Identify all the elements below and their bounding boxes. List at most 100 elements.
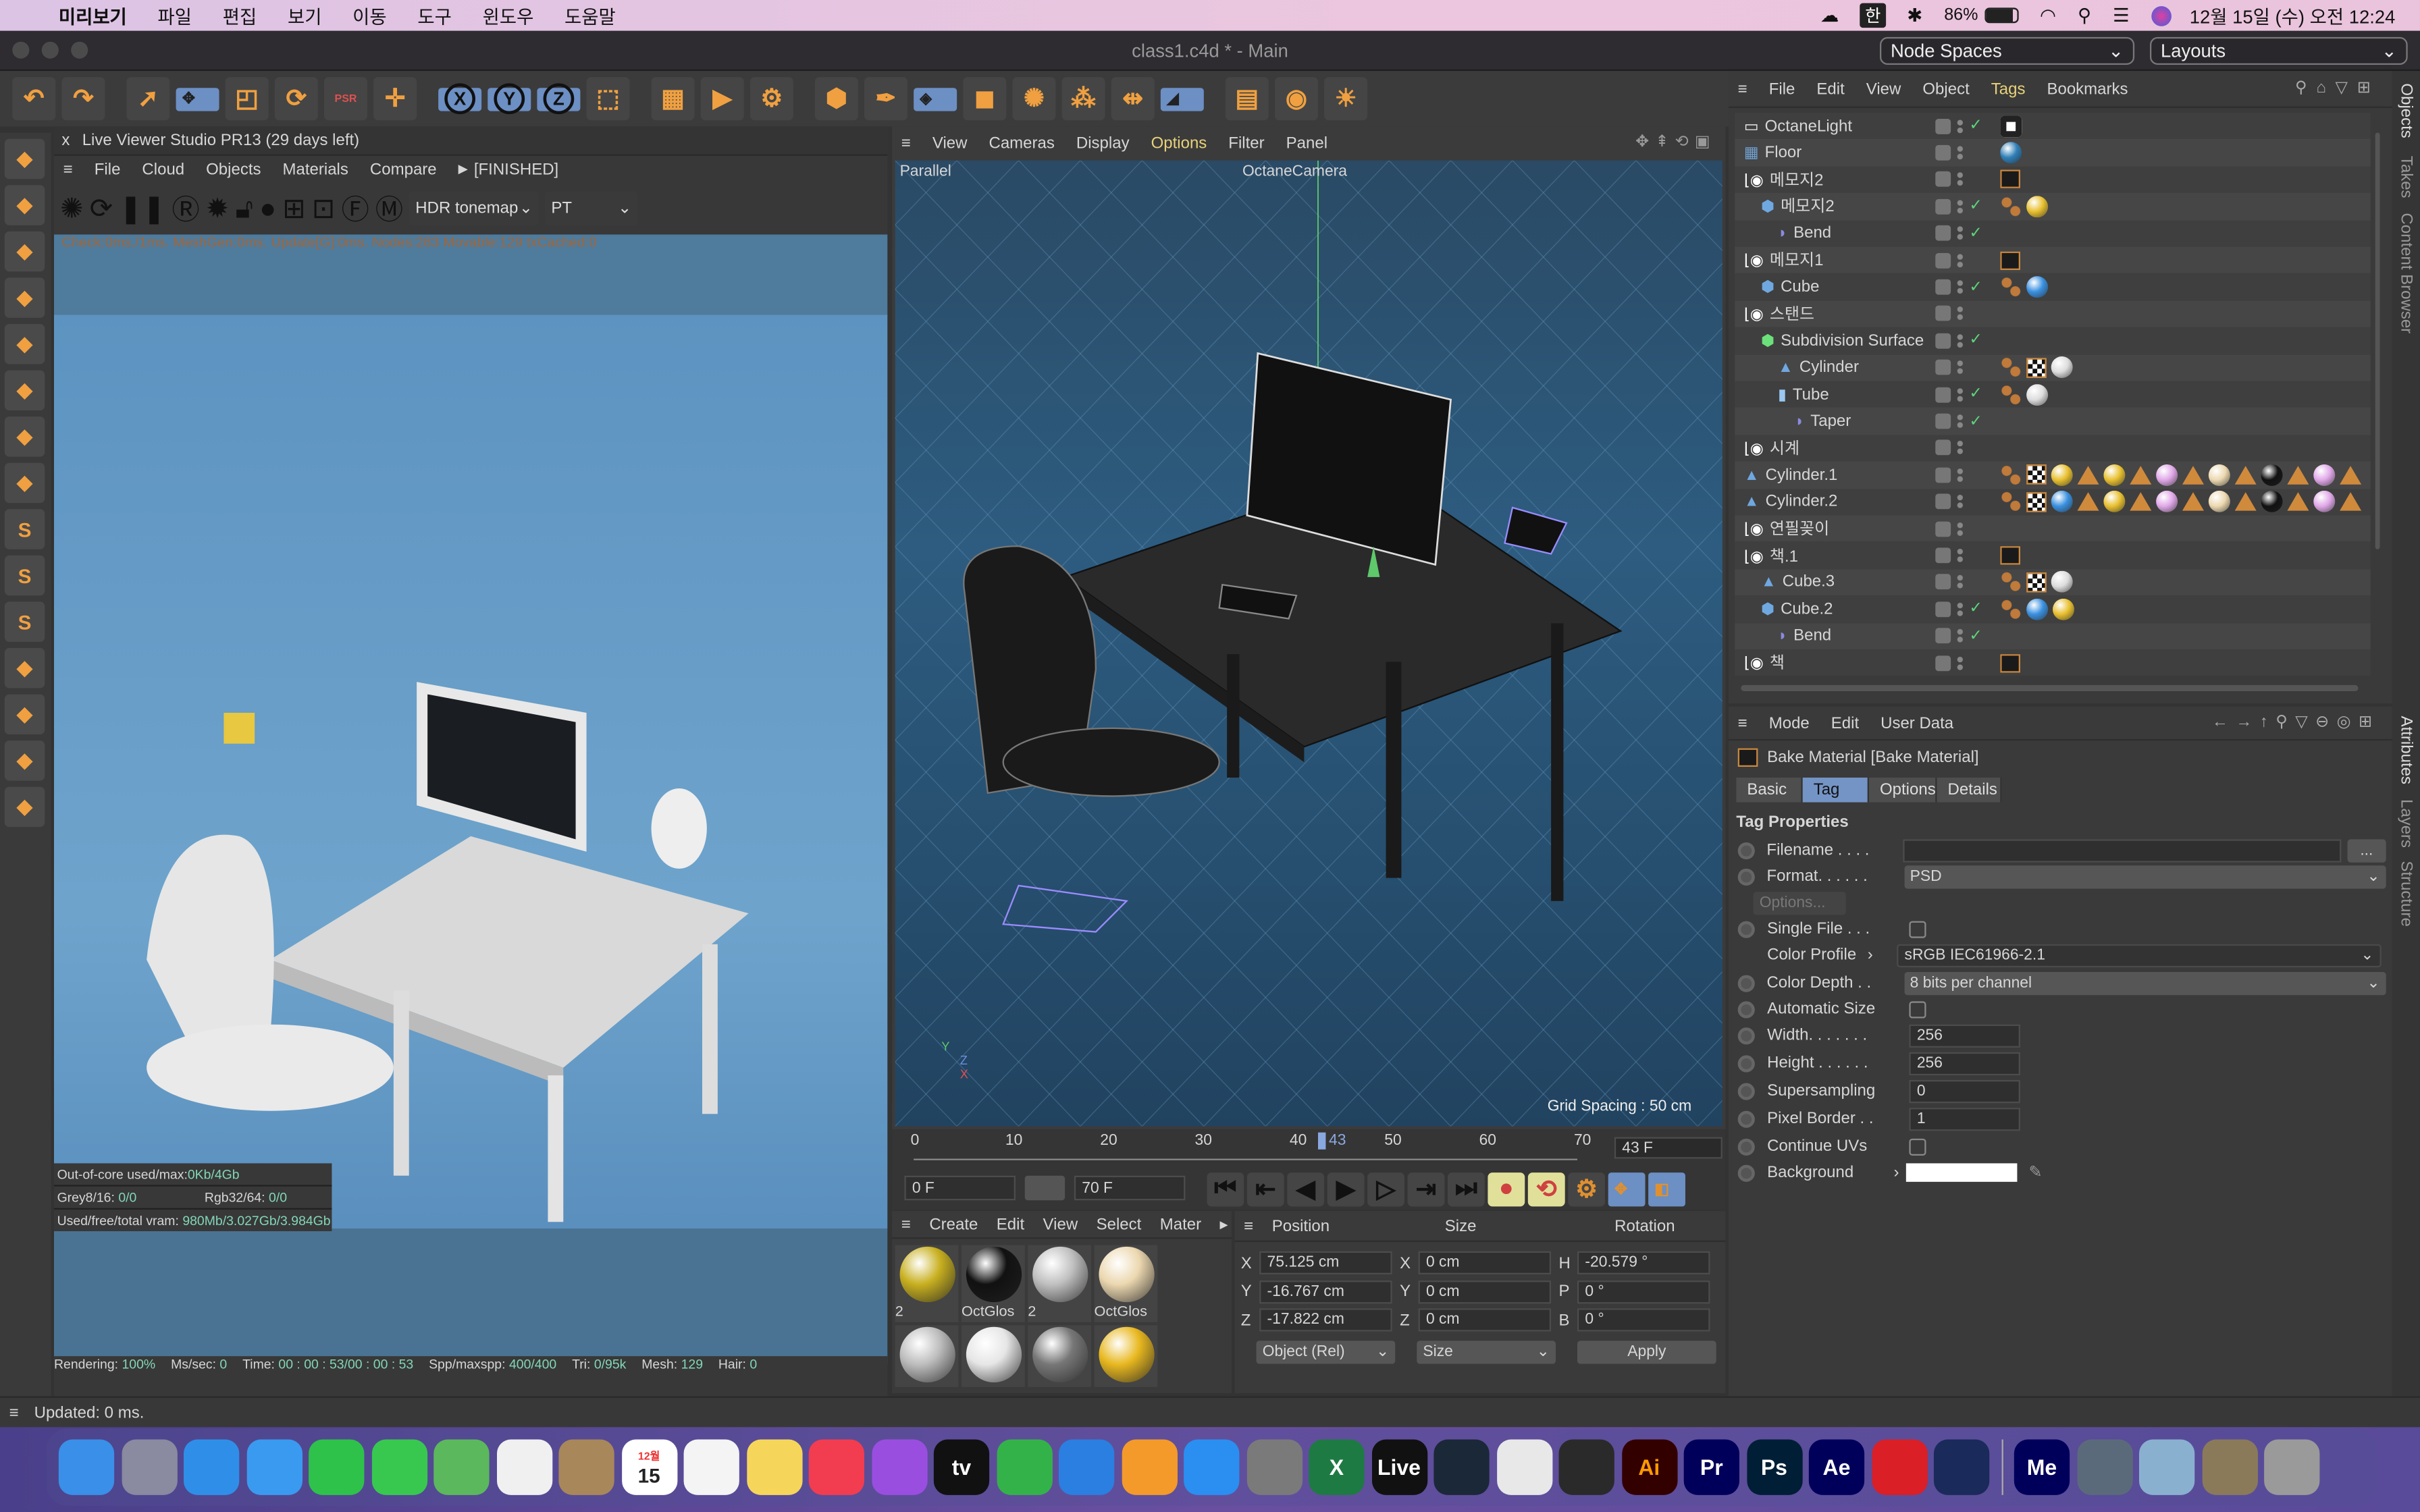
tab-attributes[interactable]: Attributes xyxy=(2397,716,2415,784)
enabled-check-icon[interactable]: ✓ xyxy=(1970,279,1982,296)
dock-chrome-icon[interactable] xyxy=(1496,1439,1552,1495)
undo-icon[interactable]: ↶ xyxy=(12,77,56,121)
editor-visibility-toggle[interactable] xyxy=(1935,225,1951,242)
render-visibility-dots[interactable] xyxy=(1957,171,1964,188)
enabled-check-icon[interactable]: ✓ xyxy=(1970,386,1982,403)
object-row[interactable]: ▲ Cube.3 xyxy=(1735,568,2371,596)
hamburger-icon[interactable]: ≡ xyxy=(901,134,911,153)
editor-visibility-toggle[interactable] xyxy=(1935,279,1951,295)
enabled-check-icon[interactable]: ✓ xyxy=(1970,198,1982,215)
selection-tag-icon[interactable] xyxy=(2287,465,2309,485)
editor-visibility-toggle[interactable] xyxy=(1935,333,1951,349)
uvw-tag-icon[interactable] xyxy=(2000,195,2022,217)
editor-visibility-toggle[interactable] xyxy=(1935,547,1951,564)
scale-icon[interactable]: ◰ xyxy=(225,77,269,121)
coord-field[interactable]: 75.125 cm xyxy=(1259,1251,1392,1274)
attr-checkbox[interactable] xyxy=(1909,1000,1926,1018)
object-row[interactable]: ⬢ Subdivision Surface ✓ xyxy=(1735,327,2371,354)
next-key-icon[interactable]: ⇥ xyxy=(1407,1172,1445,1207)
lv-menu-file[interactable]: File xyxy=(95,160,121,178)
menu-edit[interactable]: 편집 xyxy=(223,2,257,28)
selection-tag-icon[interactable] xyxy=(2077,492,2099,512)
pause-icon[interactable]: ❚❚ xyxy=(119,192,165,225)
animate-keyframe-radio[interactable] xyxy=(1737,974,1755,992)
snap-s3-icon[interactable]: S xyxy=(4,601,45,642)
material-tag-icon[interactable] xyxy=(2000,142,2022,164)
object-row[interactable]: ⌊◉ 책.1 xyxy=(1735,542,2371,569)
material-picker-icon[interactable]: Ⓜ xyxy=(375,188,403,228)
am-menu-edit[interactable]: Edit xyxy=(1831,713,1859,732)
dock-numbers-icon[interactable] xyxy=(996,1439,1052,1495)
tab-takes[interactable]: Takes xyxy=(2397,156,2415,198)
render-visibility-dots[interactable] xyxy=(1957,655,1964,671)
animate-keyframe-radio[interactable] xyxy=(1737,1137,1755,1155)
bake-material-tag-icon[interactable] xyxy=(2000,546,2020,565)
object-row[interactable]: ▮ Tube ✓ xyxy=(1735,381,2371,408)
attr-dropdown[interactable]: PSD ⌄ xyxy=(1903,865,2386,888)
enabled-check-icon[interactable]: ✓ xyxy=(1970,413,1982,430)
material-tag-icon[interactable] xyxy=(2208,464,2230,486)
deformer-icon[interactable]: ◢ xyxy=(1160,87,1204,111)
render-visibility-dots[interactable] xyxy=(1957,145,1964,161)
node-spaces-dropdown[interactable]: Node Spaces ⌄ xyxy=(1879,36,2135,65)
viewport-menu-options[interactable]: Options xyxy=(1151,134,1207,153)
viewport-menu-view[interactable]: View xyxy=(932,134,968,153)
viewport-nav-icons[interactable]: ✥⇞⟲▣ xyxy=(1635,133,1716,151)
editor-visibility-toggle[interactable] xyxy=(1935,520,1951,537)
attr-number-input[interactable]: 1 xyxy=(1909,1106,2020,1131)
focus-picker-icon[interactable]: Ⓕ xyxy=(342,188,369,228)
dock-messages-icon[interactable] xyxy=(371,1439,427,1495)
animate-keyframe-radio[interactable] xyxy=(1737,1054,1755,1072)
autokey-icon[interactable]: ⟲ xyxy=(1527,1172,1565,1207)
material-tag-icon[interactable] xyxy=(2313,464,2336,486)
dock-maps-icon[interactable] xyxy=(433,1439,490,1495)
render-visibility-dots[interactable] xyxy=(1957,225,1964,242)
editor-visibility-toggle[interactable] xyxy=(1935,494,1951,510)
editor-visibility-toggle[interactable] xyxy=(1935,467,1951,483)
enabled-check-icon[interactable]: ✓ xyxy=(1970,117,1982,134)
subdivision-icon[interactable]: ◈ xyxy=(914,87,957,111)
layouts-dropdown[interactable]: Layouts ⌄ xyxy=(2149,36,2408,65)
hamburger-icon[interactable]: ≡ xyxy=(901,1215,911,1233)
floor-grid-icon[interactable]: ◆ xyxy=(4,694,45,734)
menu-app[interactable]: 미리보기 xyxy=(59,2,127,28)
add-region-icon[interactable]: ⊞ xyxy=(282,192,305,225)
menu-help[interactable]: 도움말 xyxy=(564,2,616,28)
object-row[interactable]: ◗ Bend ✓ xyxy=(1735,219,2371,247)
move-icon[interactable]: ✥ xyxy=(176,87,219,111)
material-ball-icon[interactable]: ● xyxy=(259,192,276,225)
material-swatch[interactable]: OctGlos xyxy=(1094,1245,1158,1322)
render-visibility-dots[interactable] xyxy=(1957,413,1964,429)
key-scale-icon[interactable]: ◧ xyxy=(1648,1172,1685,1207)
dock-preview-icon[interactable] xyxy=(2138,1439,2195,1495)
render-visibility-dots[interactable] xyxy=(1957,306,1964,322)
dock-media-encoder-icon[interactable]: Me xyxy=(2014,1439,2070,1495)
snap-s1-icon[interactable]: S xyxy=(4,509,45,549)
object-row[interactable]: ▦ Floor xyxy=(1735,139,2371,167)
siri-icon[interactable] xyxy=(2151,5,2172,26)
om-tool-icons[interactable]: ⚲⌂▽⊞ xyxy=(2295,79,2379,97)
render-view-icon[interactable]: ▶ xyxy=(700,77,744,121)
grid-3-icon[interactable]: ◆ xyxy=(4,786,45,828)
coord-field[interactable]: 0 ° xyxy=(1577,1308,1710,1332)
om-menu-file[interactable]: File xyxy=(1769,80,1795,98)
bake-material-tag-icon[interactable] xyxy=(2000,250,2020,270)
clock[interactable]: 12월 15일 (수) 오전 12:24 xyxy=(2190,2,2396,28)
creative-cloud-icon[interactable]: ☁ xyxy=(1820,5,1839,26)
texture-mode-icon[interactable]: ◆ xyxy=(4,185,45,225)
editor-visibility-toggle[interactable] xyxy=(1935,413,1951,429)
object-row[interactable]: ⌊◉ 책 xyxy=(1735,649,2371,677)
range-slider-handle[interactable] xyxy=(1024,1175,1066,1201)
uvw-tag-icon[interactable] xyxy=(2000,598,2022,620)
uvw-tag-icon[interactable] xyxy=(2000,276,2022,298)
tab-details[interactable]: Details xyxy=(1937,777,2002,803)
dock-cinema4d-icon[interactable] xyxy=(1933,1439,1990,1495)
camera-icon[interactable]: ◉ xyxy=(1274,77,1318,121)
editor-visibility-toggle[interactable] xyxy=(1935,118,1951,134)
am-menu-user-data[interactable]: User Data xyxy=(1880,713,1953,732)
dock-tv-icon[interactable]: tv xyxy=(933,1439,990,1495)
snap-s2-icon[interactable]: S xyxy=(4,555,45,596)
selection-tag-icon[interactable] xyxy=(2287,492,2309,512)
add-icon[interactable]: ✛ xyxy=(373,77,417,121)
lv-menu-compare[interactable]: Compare xyxy=(370,160,437,178)
